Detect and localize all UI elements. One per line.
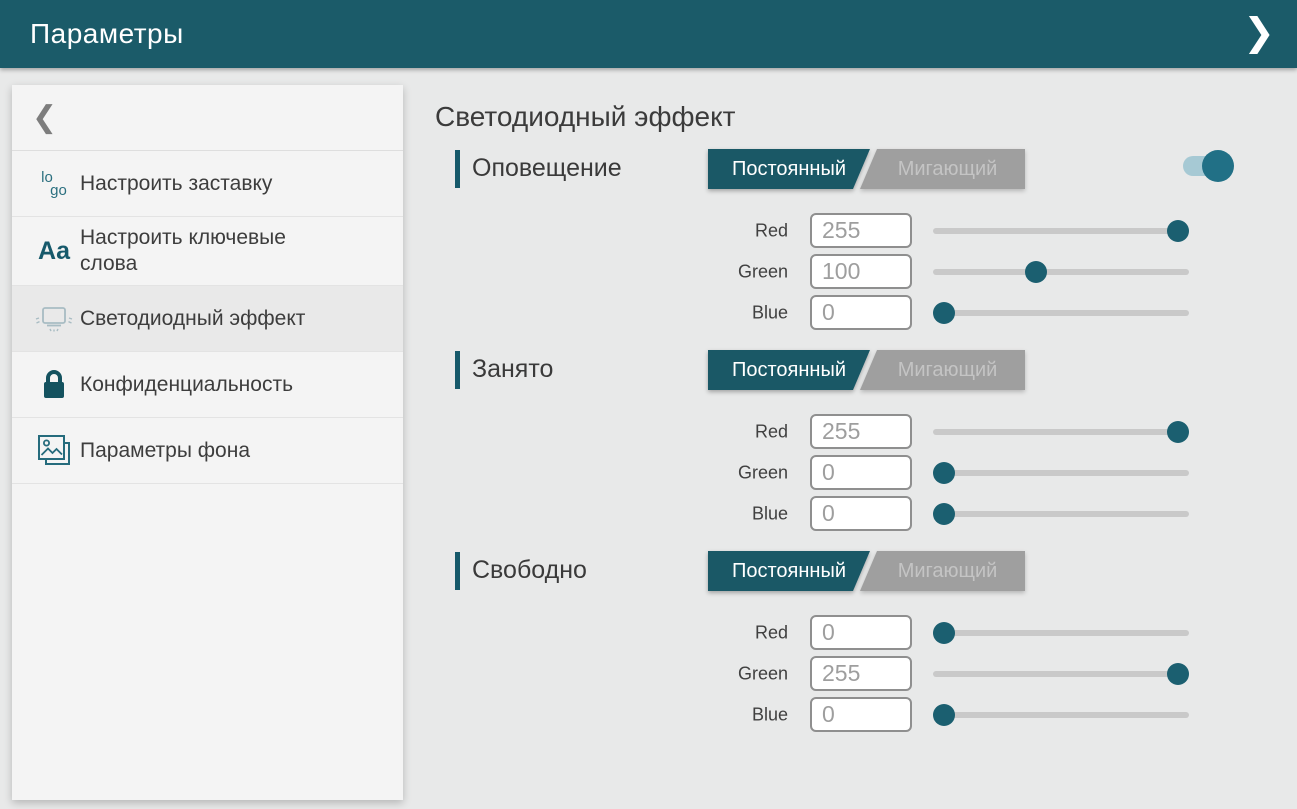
mode-option-constant[interactable]: Постоянный — [708, 350, 870, 390]
sidebar-item-privacy[interactable]: Конфиденциальность — [12, 352, 403, 418]
slider-thumb[interactable] — [933, 622, 955, 644]
sidebar-item-led-effect[interactable]: Светодиодный эффект — [12, 286, 403, 352]
slider-thumb[interactable] — [1167, 663, 1189, 685]
mode-option-constant[interactable]: Постоянный — [708, 551, 870, 591]
slider-track — [933, 470, 1189, 476]
channel-row-red: Red — [435, 612, 1297, 653]
main-content: Светодиодный эффект Оповещение Постоянны… — [435, 68, 1297, 809]
channel-row-blue: Blue — [435, 493, 1297, 534]
slider-track — [933, 269, 1189, 275]
sidebar: ❮ lo go Настроить заставку Aa Настроить … — [12, 85, 403, 800]
back-chevron-icon: ❮ — [32, 100, 57, 135]
green-value-input[interactable] — [810, 455, 912, 490]
sidebar-item-background[interactable]: Параметры фона — [12, 418, 403, 484]
channel-label: Red — [435, 220, 788, 241]
notification-toggle[interactable] — [1183, 156, 1227, 176]
slider-thumb[interactable] — [933, 462, 955, 484]
sidebar-item-label: Настроить ключевые слова — [80, 225, 312, 277]
mode-option-blinking[interactable]: Мигающий — [860, 149, 1025, 189]
blue-slider[interactable] — [933, 694, 1189, 735]
mode-option-blinking[interactable]: Мигающий — [860, 350, 1025, 390]
red-slider[interactable] — [933, 612, 1189, 653]
content-title: Светодиодный эффект — [435, 101, 1297, 133]
mode-segmented-control: Постоянный Мигающий — [708, 350, 1025, 390]
app-header: Параметры ❯ — [0, 0, 1297, 68]
slider-track — [933, 511, 1189, 517]
slider-thumb[interactable] — [1167, 421, 1189, 443]
green-slider[interactable] — [933, 452, 1189, 493]
red-value-input[interactable] — [810, 414, 912, 449]
mode-segmented-control: Постоянный Мигающий — [708, 149, 1025, 189]
background-images-icon — [28, 432, 80, 470]
slider-track — [933, 228, 1189, 234]
slider-track — [933, 630, 1189, 636]
green-value-input[interactable] — [810, 254, 912, 289]
red-value-input[interactable] — [810, 213, 912, 248]
sidebar-back-button[interactable]: ❮ — [12, 85, 403, 151]
slider-thumb[interactable] — [1025, 261, 1047, 283]
toggle-knob[interactable] — [1202, 150, 1234, 182]
channel-label: Blue — [435, 302, 788, 323]
sidebar-item-label: Конфиденциальность — [80, 372, 293, 398]
slider-thumb[interactable] — [933, 704, 955, 726]
section-label: Свободно — [472, 556, 587, 585]
logo-icon: lo go — [28, 171, 80, 197]
slider-thumb[interactable] — [933, 503, 955, 525]
accent-bar — [455, 351, 460, 389]
section-busy: Занято Постоянный Мигающий Red Green Blu… — [435, 349, 1297, 534]
slider-track — [933, 429, 1189, 435]
green-slider[interactable] — [933, 251, 1189, 292]
mode-option-blinking[interactable]: Мигающий — [860, 551, 1025, 591]
accent-bar — [455, 552, 460, 590]
section-label: Оповещение — [472, 154, 622, 183]
lock-icon — [28, 367, 80, 403]
channel-row-red: Red — [435, 411, 1297, 452]
led-display-icon — [28, 303, 80, 335]
red-value-input[interactable] — [810, 615, 912, 650]
forward-chevron-icon[interactable]: ❯ — [1243, 8, 1275, 58]
slider-thumb[interactable] — [1167, 220, 1189, 242]
channel-row-blue: Blue — [435, 292, 1297, 333]
slider-track — [933, 712, 1189, 718]
section-free: Свободно Постоянный Мигающий Red Green B… — [435, 550, 1297, 735]
accent-bar — [455, 150, 460, 188]
channel-row-green: Green — [435, 653, 1297, 694]
sidebar-item-label: Параметры фона — [80, 438, 250, 464]
green-value-input[interactable] — [810, 656, 912, 691]
red-slider[interactable] — [933, 411, 1189, 452]
channel-label: Blue — [435, 503, 788, 524]
blue-value-input[interactable] — [810, 697, 912, 732]
green-slider[interactable] — [933, 653, 1189, 694]
section-label: Занято — [472, 355, 553, 384]
channel-label: Green — [435, 462, 788, 483]
sidebar-item-keywords[interactable]: Aa Настроить ключевые слова — [12, 217, 403, 286]
red-slider[interactable] — [933, 210, 1189, 251]
channel-label: Green — [435, 663, 788, 684]
mode-segmented-control: Постоянный Мигающий — [708, 551, 1025, 591]
channel-label: Blue — [435, 704, 788, 725]
slider-track — [933, 671, 1189, 677]
blue-slider[interactable] — [933, 292, 1189, 333]
blue-value-input[interactable] — [810, 496, 912, 531]
keywords-icon: Aa — [28, 237, 80, 266]
section-notification: Оповещение Постоянный Мигающий Red Green — [435, 148, 1297, 333]
blue-slider[interactable] — [933, 493, 1189, 534]
channel-row-red: Red — [435, 210, 1297, 251]
sidebar-item-screensaver[interactable]: lo go Настроить заставку — [12, 151, 403, 217]
channel-label: Green — [435, 261, 788, 282]
page-title: Параметры — [30, 18, 184, 50]
slider-track — [933, 310, 1189, 316]
sidebar-item-label: Светодиодный эффект — [80, 306, 305, 332]
channel-label: Red — [435, 622, 788, 643]
channel-label: Red — [435, 421, 788, 442]
blue-value-input[interactable] — [810, 295, 912, 330]
channel-row-green: Green — [435, 452, 1297, 493]
channel-row-green: Green — [435, 251, 1297, 292]
mode-option-constant[interactable]: Постоянный — [708, 149, 870, 189]
channel-row-blue: Blue — [435, 694, 1297, 735]
slider-thumb[interactable] — [933, 302, 955, 324]
sidebar-item-label: Настроить заставку — [80, 171, 272, 197]
